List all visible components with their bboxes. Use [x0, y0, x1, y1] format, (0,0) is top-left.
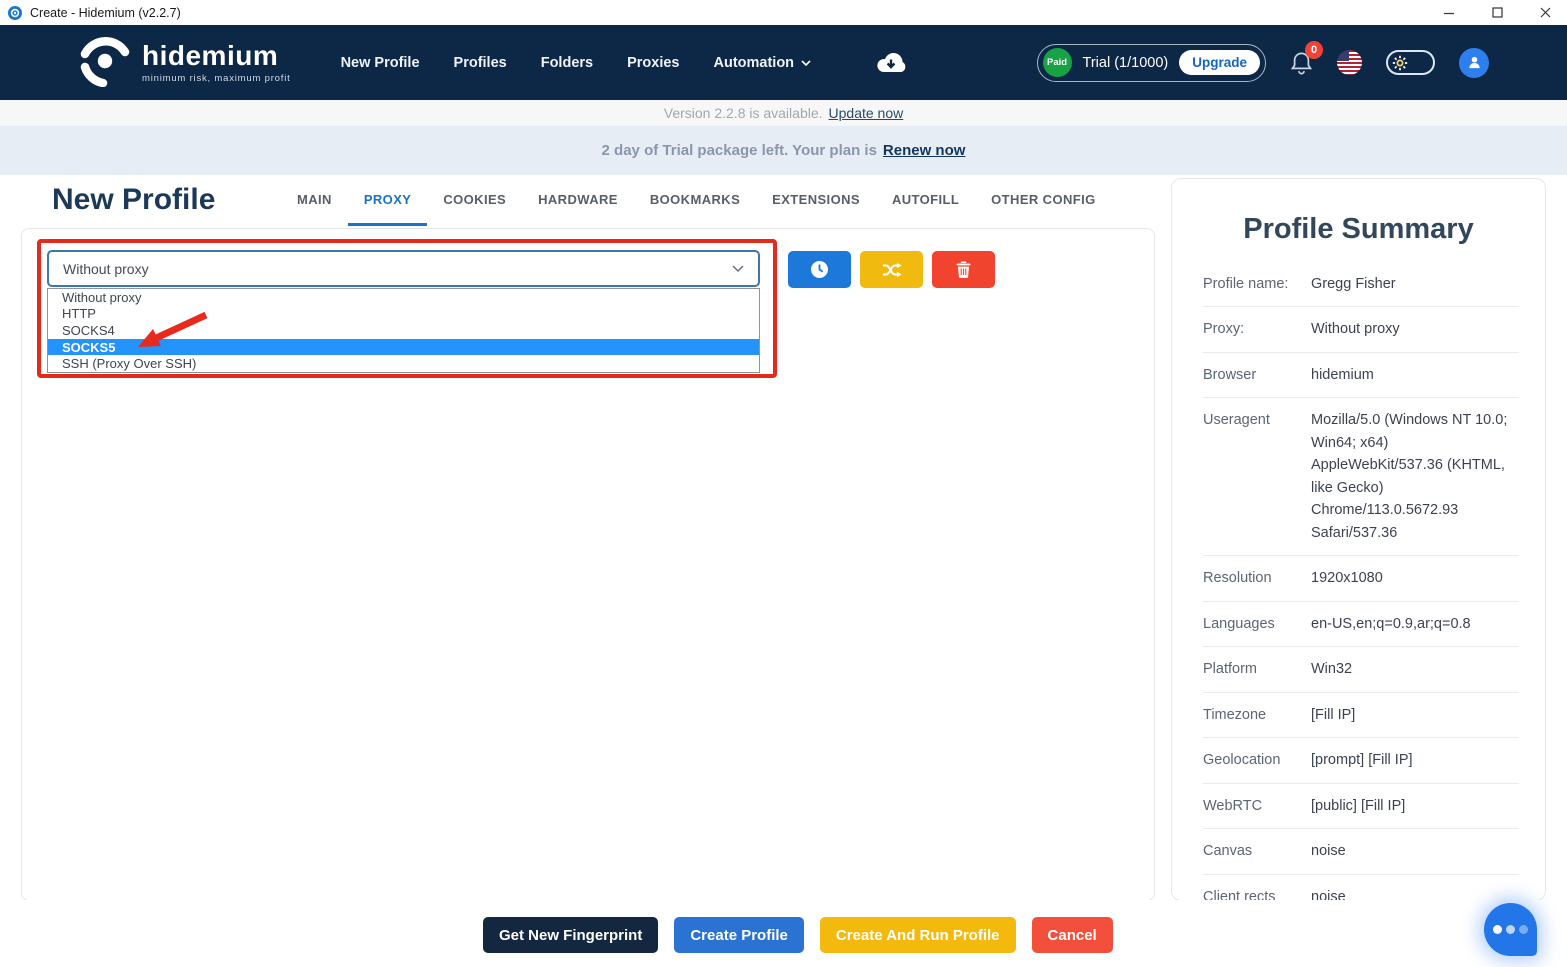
option-without-proxy[interactable]: Without proxy	[48, 289, 759, 306]
paid-badge: Paid	[1043, 48, 1072, 77]
tab-cookies[interactable]: COOKIES	[427, 186, 522, 226]
proxy-options-dropdown: Without proxy HTTP SOCKS4 SOCKS5 SSH (Pr…	[47, 288, 760, 373]
tab-proxy[interactable]: PROXY	[348, 186, 428, 226]
chat-dot	[1493, 925, 1502, 934]
summary-row-geolocation: Geolocation [prompt] [Fill IP]	[1203, 738, 1519, 783]
trial-banner: 2 day of Trial package left. Your plan i…	[0, 126, 1567, 175]
create-profile-button[interactable]: Create Profile	[674, 917, 804, 953]
option-socks4[interactable]: SOCKS4	[48, 322, 759, 339]
history-button[interactable]	[788, 251, 851, 288]
profile-summary-panel: Profile Summary Profile name: Gregg Fish…	[1171, 178, 1546, 901]
chat-dot	[1519, 925, 1528, 934]
summary-row-useragent: Useragent Mozilla/5.0 (Windows NT 10.0; …	[1203, 398, 1519, 556]
nav-item-folders[interactable]: Folders	[541, 55, 593, 71]
cancel-button[interactable]: Cancel	[1032, 917, 1113, 953]
profile-tabs: MAIN PROXY COOKIES HARDWARE BOOKMARKS EX…	[281, 186, 1112, 226]
delete-button[interactable]	[932, 251, 995, 288]
shuffle-icon	[882, 263, 902, 277]
window-title: Create - Hidemium (v2.2.7)	[30, 6, 181, 20]
trial-status-pill: Paid Trial (1/1000) Upgrade	[1037, 44, 1266, 82]
summary-row-browser: Browser hidemium	[1203, 353, 1519, 398]
summary-row-platform: Platform Win32	[1203, 647, 1519, 692]
nav-item-new-profile[interactable]: New Profile	[341, 55, 420, 71]
notification-count-badge: 0	[1305, 41, 1323, 59]
nav-links: New Profile Profiles Folders Proxies Aut…	[341, 51, 907, 75]
summary-row-webrtc: WebRTC [public] [Fill IP]	[1203, 784, 1519, 829]
cloud-sync-icon[interactable]	[875, 51, 907, 75]
get-new-fingerprint-button[interactable]: Get New Fingerprint	[483, 917, 658, 953]
brand-tagline: minimum risk, maximum profit	[142, 73, 291, 84]
create-and-run-profile-button[interactable]: Create And Run Profile	[820, 917, 1016, 953]
proxy-select-value: Without proxy	[63, 261, 149, 277]
summary-title: Profile Summary	[1172, 213, 1545, 246]
upgrade-button[interactable]: Upgrade	[1179, 50, 1260, 75]
option-socks5[interactable]: SOCKS5	[48, 339, 759, 356]
user-avatar[interactable]	[1459, 48, 1489, 78]
tab-bookmarks[interactable]: BOOKMARKS	[634, 186, 756, 226]
chat-widget-button[interactable]	[1484, 903, 1537, 956]
tab-autofill[interactable]: AUTOFILL	[876, 186, 975, 226]
version-banner: Version 2.2.8 is available. Update now	[0, 100, 1567, 126]
version-banner-text: Version 2.2.8 is available.	[664, 105, 823, 121]
chat-dot	[1506, 925, 1515, 934]
chevron-down-icon	[732, 265, 744, 272]
gear-icon	[1392, 55, 1408, 71]
theme-toggle[interactable]	[1386, 50, 1435, 75]
trial-banner-text: 2 day of Trial package left. Your plan i…	[602, 142, 877, 159]
nav-item-proxies[interactable]: Proxies	[627, 55, 679, 71]
summary-row-canvas: Canvas noise	[1203, 829, 1519, 874]
main-navbar: hidemium minimum risk, maximum profit Ne…	[0, 25, 1567, 100]
randomize-button[interactable]	[860, 251, 923, 288]
renew-now-link[interactable]: Renew now	[883, 142, 966, 159]
chevron-down-icon	[801, 60, 811, 66]
summary-row-languages: Languages en-US,en;q=0.9,ar;q=0.8	[1203, 602, 1519, 647]
clock-icon	[810, 260, 829, 279]
trash-icon	[956, 261, 971, 278]
summary-row-timezone: Timezone [Fill IP]	[1203, 693, 1519, 738]
page-title: New Profile	[52, 183, 215, 217]
language-flag-us[interactable]	[1337, 50, 1362, 75]
update-now-link[interactable]: Update now	[829, 105, 904, 121]
option-http[interactable]: HTTP	[48, 306, 759, 323]
tab-main[interactable]: MAIN	[281, 186, 348, 226]
summary-row-proxy: Proxy: Without proxy	[1203, 307, 1519, 352]
summary-row-resolution: Resolution 1920x1080	[1203, 556, 1519, 601]
minimize-button[interactable]	[1435, 0, 1463, 25]
nav-item-profiles[interactable]: Profiles	[454, 55, 507, 71]
summary-table: Profile name: Gregg Fisher Proxy: Withou…	[1203, 262, 1519, 901]
summary-row-profile-name: Profile name: Gregg Fisher	[1203, 262, 1519, 307]
summary-row-client-rects: Client rects noise	[1203, 875, 1519, 902]
brand-name: hidemium	[142, 42, 291, 70]
nav-item-automation[interactable]: Automation	[714, 55, 812, 71]
tab-extensions[interactable]: EXTENSIONS	[756, 186, 876, 226]
notifications-button[interactable]: 0	[1290, 50, 1313, 76]
trial-label: Trial (1/1000)	[1083, 55, 1169, 71]
hidemium-eye-icon	[78, 33, 132, 92]
maximize-button[interactable]	[1483, 0, 1511, 25]
footer-bar: Get New Fingerprint Create Profile Creat…	[0, 900, 1567, 967]
tab-other-config[interactable]: OTHER CONFIG	[975, 186, 1111, 226]
window-titlebar: Create - Hidemium (v2.2.7)	[0, 0, 1567, 25]
person-icon	[1467, 55, 1482, 70]
brand-logo[interactable]: hidemium minimum risk, maximum profit	[78, 33, 291, 92]
option-ssh[interactable]: SSH (Proxy Over SSH)	[48, 355, 759, 372]
close-button[interactable]	[1531, 0, 1559, 25]
tab-hardware[interactable]: HARDWARE	[522, 186, 634, 226]
proxy-type-select[interactable]: Without proxy	[47, 250, 760, 287]
app-icon	[8, 6, 22, 20]
